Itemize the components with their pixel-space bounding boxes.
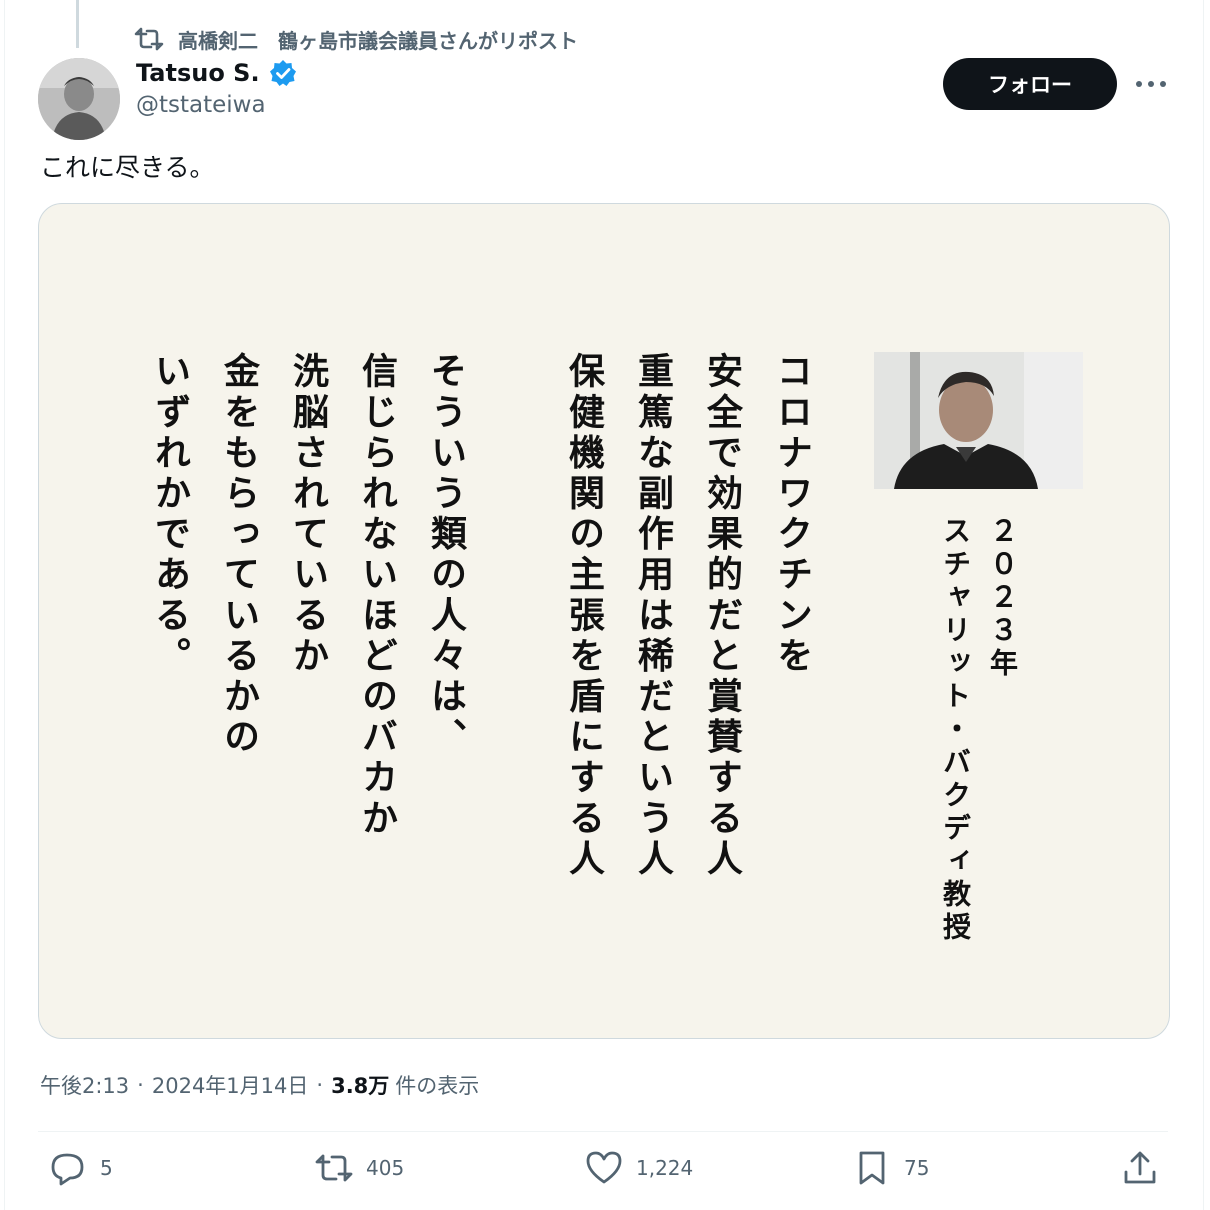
- image-line-3: 重篤な副作用は稀だという人: [632, 352, 673, 880]
- author-display-name[interactable]: Tatsuo S.: [136, 59, 260, 87]
- repost-icon: [134, 27, 164, 51]
- image-line-2: 安全で効果的だと賞賛する人: [701, 352, 742, 880]
- image-line-4: 保健機関の主張を盾にする人: [563, 352, 604, 880]
- author-name-row[interactable]: Tatsuo S.: [136, 58, 298, 88]
- avatar[interactable]: [38, 58, 120, 140]
- image-line-8: 金をもらっているかの: [218, 352, 259, 758]
- image-line-1: コロナワクチンを: [771, 352, 812, 677]
- view-count: 3.8万: [331, 1074, 390, 1098]
- bookmark-icon: [859, 1151, 885, 1185]
- image-line-9: いずれかである。: [149, 352, 190, 677]
- like-count: 1,224: [636, 1156, 694, 1180]
- meta-separator: ·: [316, 1073, 324, 1097]
- attached-image[interactable]: ２０２３年 スチャリット・バクディ教授 コロナワクチンを 安全で効果的だと賞賛す…: [38, 203, 1170, 1039]
- follow-button[interactable]: フォロー: [943, 58, 1117, 110]
- repost-icon: [315, 1154, 353, 1182]
- repost-count: 405: [366, 1156, 405, 1180]
- bookmark-button[interactable]: 75: [852, 1148, 929, 1188]
- caption-year: ２０２３年: [986, 516, 1019, 681]
- image-line-6: 信じられないほどのバカか: [356, 352, 397, 840]
- view-count-label: 件の表示: [395, 1074, 480, 1098]
- more-horizontal-icon: [1136, 81, 1166, 87]
- share-icon: [1124, 1151, 1156, 1184]
- tweet-text: これに尽きる。: [40, 153, 215, 182]
- professor-photo: [874, 352, 1083, 489]
- action-bar-divider: [38, 1131, 1168, 1132]
- verified-badge-icon[interactable]: [268, 58, 298, 88]
- meta-separator: ·: [137, 1073, 144, 1097]
- author-handle[interactable]: @tstateiwa: [136, 92, 266, 118]
- tweet-time[interactable]: 午後2:13: [40, 1070, 129, 1100]
- avatar-photo: [38, 58, 120, 140]
- image-line-7: 洗脳されているか: [287, 352, 328, 677]
- repost-context-text[interactable]: 高橋剣二 鶴ヶ島市議会議員さんがリポスト: [178, 25, 578, 54]
- heart-icon: [586, 1151, 622, 1184]
- more-options-button[interactable]: [1130, 66, 1172, 102]
- caption-name: スチャリット・バクディ教授: [939, 516, 972, 945]
- tweet-date[interactable]: 2024年1月14日: [152, 1070, 309, 1100]
- image-line-5: そういう類の人々は、: [425, 352, 466, 758]
- reply-icon: [51, 1153, 84, 1186]
- thread-connector-line: [76, 0, 79, 48]
- like-button[interactable]: 1,224: [584, 1148, 693, 1188]
- repost-button[interactable]: 405: [314, 1148, 404, 1188]
- tweet-meta: 午後2:13 · 2024年1月14日 · 3.8万 件の表示: [40, 1070, 479, 1100]
- repost-context[interactable]: 高橋剣二 鶴ヶ島市議会議員さんがリポスト: [134, 25, 578, 54]
- timeline-left-border: [4, 0, 5, 1210]
- bookmark-count: 75: [904, 1156, 930, 1180]
- share-button[interactable]: [1120, 1148, 1160, 1188]
- reply-count: 5: [100, 1156, 113, 1180]
- reply-button[interactable]: 5: [48, 1148, 113, 1188]
- timeline-right-border: [1203, 0, 1204, 1210]
